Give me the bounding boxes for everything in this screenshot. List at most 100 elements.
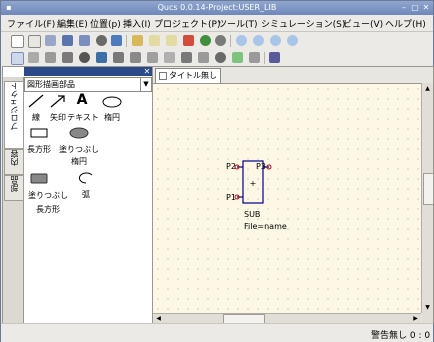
redo-icon[interactable] <box>215 35 226 46</box>
window-menu-icon[interactable]: ▪ <box>4 3 14 13</box>
item-filled-ellipse-label: 塗りつぶし楕円 <box>58 145 100 166</box>
menu-insert[interactable]: 挿入(I) <box>123 17 151 30</box>
category-select[interactable]: 図形描画部品 ▼ <box>24 77 152 92</box>
separator <box>230 35 231 47</box>
filled-rectangle-icon[interactable] <box>30 173 48 184</box>
component-parameter[interactable]: File=name <box>244 222 287 231</box>
close-file-icon[interactable] <box>96 35 107 46</box>
document-tab-label: タイトル無し <box>169 71 217 80</box>
document-tab[interactable]: タイトル無し <box>155 68 221 83</box>
vertical-scrollbar[interactable]: ▲ ▼ <box>421 83 434 313</box>
rectangle-icon[interactable] <box>30 128 48 138</box>
tab-project[interactable]: プロジェクト <box>4 81 24 149</box>
arc-icon[interactable] <box>78 172 94 184</box>
scroll-left-icon[interactable]: ◀ <box>154 314 163 323</box>
wire-label-icon[interactable] <box>147 52 158 63</box>
undo-icon[interactable] <box>200 35 211 46</box>
filled-ellipse-icon[interactable] <box>69 127 89 139</box>
item-arc-label: 弧 <box>82 190 90 199</box>
menu-simulation[interactable]: シミュレーション(S) <box>261 17 345 30</box>
copy-icon[interactable] <box>149 35 160 46</box>
vertical-scroll-thumb[interactable] <box>423 173 434 205</box>
wire-icon[interactable] <box>130 52 141 63</box>
dock-tab-strip: プロジェクト 内容 部品 <box>3 77 24 323</box>
ellipse-icon[interactable] <box>102 96 122 108</box>
component-dock: ✕ プロジェクト 内容 部品 図形描画部品 ▼ 線 矢印 A テキスト 楕円 長… <box>2 66 153 324</box>
select-arrow-icon[interactable] <box>11 52 24 65</box>
menu-position[interactable]: 位置(p) <box>90 17 121 30</box>
ground-icon[interactable] <box>181 52 192 63</box>
arrow-icon[interactable] <box>50 94 66 108</box>
save-icon[interactable] <box>62 35 73 46</box>
title-bar: ▪ Qucs 0.0.14-Project:USER_LIB – ▢ ✕ <box>1 1 433 15</box>
status-warnings: 警告無し 0 : 0 <box>371 331 431 341</box>
scroll-down-icon[interactable]: ▼ <box>423 303 432 312</box>
item-ellipse-label: 楕円 <box>104 113 120 122</box>
scroll-right-icon[interactable]: ▶ <box>411 314 420 323</box>
window-title: Qucs 0.0.14-Project:USER_LIB <box>157 3 277 12</box>
separator <box>264 52 265 64</box>
port-icon[interactable] <box>198 52 209 63</box>
schematic-editor: タイトル無し + P2 P3 P1 SUB File=name ▲ ▼ ◀ ▶ <box>152 66 434 324</box>
category-value: 図形描画部品 <box>27 80 75 89</box>
rotate-icon[interactable] <box>79 52 90 63</box>
port-p1-label: P1 <box>226 193 236 202</box>
item-text-label: テキスト <box>67 113 99 122</box>
new-text-icon[interactable] <box>28 35 41 48</box>
enter-subcircuit-icon[interactable] <box>113 52 124 63</box>
maximize-icon[interactable]: ▢ <box>410 3 420 13</box>
dock-close-icon[interactable]: ✕ <box>143 67 151 76</box>
tab-components[interactable]: 部品 <box>4 175 24 201</box>
mirror-y-icon[interactable] <box>62 52 73 63</box>
menu-file[interactable]: ファイル(F) <box>7 17 55 30</box>
view-data-icon[interactable] <box>232 52 243 63</box>
app-window: ▪ Qucs 0.0.14-Project:USER_LIB – ▢ ✕ ファイ… <box>0 0 434 342</box>
component-name[interactable]: SUB <box>244 210 260 219</box>
delete-icon[interactable] <box>183 35 194 46</box>
insert-equation-icon[interactable] <box>164 52 175 63</box>
edit-properties-icon[interactable] <box>28 52 39 63</box>
simulate-icon[interactable] <box>215 52 226 63</box>
menu-tools[interactable]: ツール(T) <box>218 17 258 30</box>
chevron-down-icon[interactable]: ▼ <box>140 78 151 91</box>
scroll-up-icon[interactable]: ▲ <box>423 84 432 93</box>
menu-bar: ファイル(F) 編集(E) 位置(p) 挿入(I) プロジェクト(P) ツール(… <box>1 15 433 32</box>
main-toolbar <box>1 32 433 50</box>
zoom-fit-icon[interactable] <box>236 35 247 46</box>
line-icon[interactable] <box>28 94 44 108</box>
zoom-icon[interactable] <box>253 35 264 46</box>
schematic-canvas[interactable]: + P2 P3 P1 SUB File=name <box>153 83 421 314</box>
port-p3-label: P3 <box>256 162 266 171</box>
svg-text:+: + <box>250 179 257 188</box>
mirror-x-icon[interactable] <box>45 52 56 63</box>
zoom-in-icon[interactable] <box>270 35 281 46</box>
tab-content[interactable]: 内容 <box>4 149 24 175</box>
menu-help[interactable]: ヘルプ(H) <box>385 17 426 30</box>
whats-this-icon[interactable] <box>269 52 280 63</box>
tab-project-label: プロジェクト <box>9 82 19 130</box>
menu-project[interactable]: プロジェクト(P) <box>154 17 220 30</box>
cut-icon[interactable] <box>132 35 143 46</box>
port-p2-label: P2 <box>226 162 236 171</box>
new-file-icon[interactable] <box>11 35 24 48</box>
tab-content-label: 内容 <box>9 150 19 166</box>
resize-grip-icon[interactable]: ⋰ <box>424 333 431 341</box>
tools-toolbar <box>1 49 433 67</box>
item-filled-rectangle-label: 塗りつぶし長方形 <box>27 191 69 214</box>
menu-view[interactable]: ビュー(V) <box>343 17 383 30</box>
separator <box>126 35 127 47</box>
close-icon[interactable]: ✕ <box>421 3 431 13</box>
item-rectangle-label: 長方形 <box>27 145 51 154</box>
minimize-icon[interactable]: – <box>399 3 409 13</box>
set-marker-icon[interactable] <box>249 52 260 63</box>
text-icon[interactable]: A <box>73 92 91 108</box>
paste-icon[interactable] <box>166 35 177 46</box>
open-icon[interactable] <box>45 35 56 46</box>
status-bar: 警告無し 0 : 0 ⋰ <box>1 323 433 342</box>
zoom-out-icon[interactable] <box>287 35 298 46</box>
menu-edit[interactable]: 編集(E) <box>57 17 88 30</box>
deactivate-icon[interactable] <box>96 52 107 63</box>
print-icon[interactable] <box>111 35 122 46</box>
save-all-icon[interactable] <box>79 35 90 46</box>
schematic-icon <box>159 72 167 80</box>
